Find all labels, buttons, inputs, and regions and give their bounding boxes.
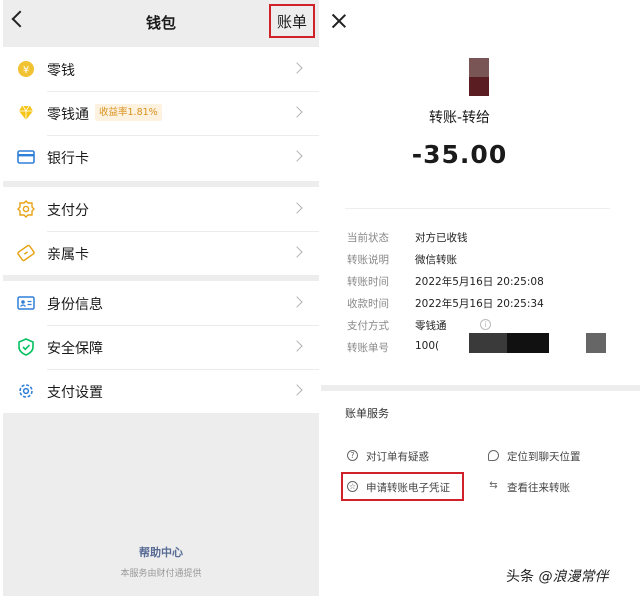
detail-value: 2022年5月16日 20:25:08	[415, 276, 544, 288]
wallet-panel: 钱包 账单 ¥ 零钱 零钱通 收益率1.81% 银行卡 支付分 亲属卡 身份信息…	[3, 0, 319, 596]
wallet-item-label: 身份信息	[47, 297, 103, 313]
chevron-right-icon	[291, 62, 303, 74]
close-icon[interactable]	[331, 13, 347, 29]
yield-badge: 收益率1.81%	[95, 104, 162, 121]
shield-icon	[18, 338, 34, 356]
detail-value: 100(	[415, 340, 440, 352]
transfer-amount: -35.00	[411, 140, 508, 169]
provider-note: 本服务由财付通提供	[120, 569, 202, 579]
detail-key: 当前状态	[347, 232, 389, 244]
question-icon: ?	[347, 450, 358, 461]
detail-key: 支付方式	[347, 320, 389, 332]
wallet-item-label: 零钱通	[47, 107, 89, 123]
bill-detail-panel: 转账-转给 -35.00 当前状态 对方已收钱 转账说明 微信转账 转账时间 2…	[321, 0, 640, 599]
detail-value: 微信转账	[415, 254, 457, 266]
chevron-right-icon	[291, 384, 303, 396]
section-separator	[321, 385, 640, 391]
service-label: 定位到聊天位置	[507, 451, 581, 463]
detail-value: 零钱通	[415, 320, 447, 332]
transfer-arrows-icon: ⇆	[489, 480, 498, 491]
chat-bubble-icon	[488, 450, 499, 461]
wallet-item-label: 银行卡	[47, 151, 89, 167]
divider	[345, 208, 610, 209]
detail-key: 转账单号	[347, 342, 389, 354]
id-card-icon	[17, 296, 35, 310]
watermark-handle: @浪漫常伴	[538, 569, 609, 585]
chevron-right-icon	[291, 150, 303, 162]
wallet-item-change[interactable]: ¥ 零钱	[3, 47, 319, 91]
wallet-item-bank-card[interactable]: 银行卡	[3, 135, 319, 179]
service-label: 对订单有疑惑	[366, 451, 429, 463]
redaction-mask	[586, 333, 606, 353]
wallet-item-payment-settings[interactable]: 支付设置	[3, 369, 319, 413]
wallet-item-label: 零钱	[47, 63, 75, 79]
detail-value: 2022年5月16日 20:25:34	[415, 298, 544, 310]
info-icon[interactable]: i	[480, 319, 491, 330]
gear-icon	[19, 384, 33, 398]
watermark-prefix: 头条	[506, 569, 534, 585]
chevron-right-icon	[291, 296, 303, 308]
wallet-item-security[interactable]: 安全保障	[3, 325, 319, 369]
wallet-header: 钱包 账单	[3, 0, 319, 44]
wallet-item-pay-score[interactable]: 支付分	[3, 187, 319, 231]
wallet-item-label: 安全保障	[47, 341, 103, 357]
redaction-mask	[507, 333, 549, 353]
wallet-item-label: 支付分	[47, 203, 89, 219]
avatar	[469, 58, 489, 96]
wallet-item-identity[interactable]: 身份信息	[3, 281, 319, 325]
chevron-right-icon	[291, 202, 303, 214]
detail-key: 转账说明	[347, 254, 389, 266]
wallet-item-label: 支付设置	[47, 385, 103, 401]
wallet-item-label: 亲属卡	[47, 247, 89, 263]
wallet-group-credit: 支付分 亲属卡	[3, 187, 319, 275]
wallet-item-lingqiantong[interactable]: 零钱通 收益率1.81%	[3, 91, 319, 135]
services-title: 账单服务	[345, 407, 389, 420]
watermark: 头条 @浪漫常伴	[506, 566, 608, 586]
wallet-item-family-card[interactable]: 亲属卡	[3, 231, 319, 275]
chevron-right-icon	[291, 246, 303, 258]
family-card-icon	[17, 244, 35, 262]
diamond-icon	[19, 105, 33, 120]
detail-key: 收款时间	[347, 298, 389, 310]
redaction-mask	[469, 333, 507, 353]
wallet-group-funds: ¥ 零钱 零钱通 收益率1.81% 银行卡	[3, 47, 319, 181]
transfer-title: 转账-转给	[428, 110, 491, 126]
pay-score-icon	[17, 200, 35, 218]
service-label: 查看往来转账	[507, 482, 570, 494]
help-center-link[interactable]: 帮助中心	[3, 544, 319, 560]
detail-key: 转账时间	[347, 276, 389, 288]
svg-text:¥: ¥	[23, 65, 29, 76]
coin-icon: ¥	[18, 61, 34, 77]
chevron-right-icon	[291, 340, 303, 352]
chevron-right-icon	[291, 106, 303, 118]
wallet-group-settings: 身份信息 安全保障 支付设置	[3, 281, 319, 413]
bank-card-icon	[17, 150, 35, 164]
bill-button[interactable]: 账单	[269, 4, 315, 38]
detail-value: 对方已收钱	[415, 232, 468, 244]
highlight-box	[341, 472, 464, 501]
